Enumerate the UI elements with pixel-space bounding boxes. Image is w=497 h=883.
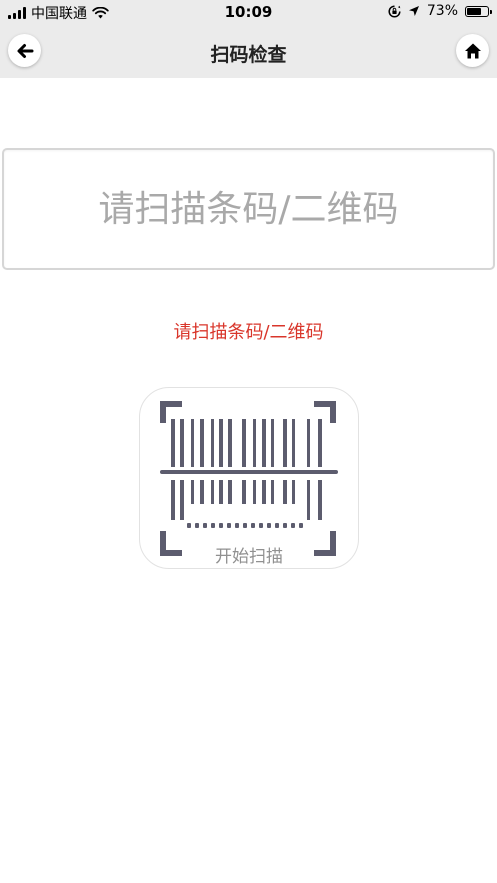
home-button[interactable] bbox=[456, 34, 489, 67]
battery-percent: 73% bbox=[426, 3, 458, 19]
home-icon bbox=[464, 43, 481, 58]
start-scan-button[interactable]: 开始扫描 bbox=[139, 387, 359, 569]
page-title: 扫码检查 bbox=[210, 44, 287, 66]
battery-icon bbox=[465, 5, 492, 17]
status-bar: 中国联通 10:09 73% bbox=[0, 0, 497, 26]
orientation-lock-icon bbox=[388, 4, 401, 18]
start-scan-label: 开始扫描 bbox=[215, 547, 283, 567]
location-icon bbox=[408, 6, 419, 16]
barcode-input[interactable] bbox=[2, 148, 495, 270]
nav-bar: 扫码检查 bbox=[0, 26, 497, 78]
status-right: 73% bbox=[388, 3, 492, 19]
scan-hint-text: 请扫描条码/二维码 bbox=[173, 322, 324, 343]
